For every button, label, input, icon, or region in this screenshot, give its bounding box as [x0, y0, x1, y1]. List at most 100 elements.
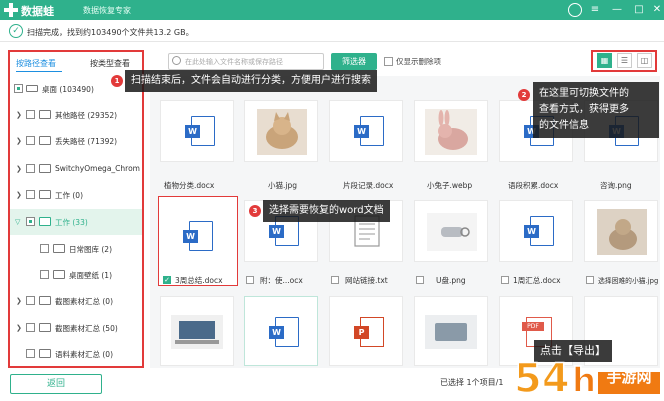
tab-by-path[interactable]: 按路径查看 [16, 56, 62, 72]
annotation-badge-1: 1 [111, 75, 123, 87]
tree-checkbox[interactable] [26, 164, 35, 173]
tree-checkbox[interactable] [26, 110, 35, 119]
folder-icon [39, 349, 51, 358]
detail-view-icon[interactable]: ◫ [637, 53, 652, 68]
tree-label: 语料素材汇总 (0) [55, 350, 114, 359]
file-checkbox[interactable]: ✓ [163, 276, 171, 284]
file-tile[interactable] [414, 100, 488, 162]
deleted-only-label: 仅显示删除项 [396, 57, 441, 66]
user-icon[interactable] [568, 3, 582, 17]
folder-icon [53, 270, 65, 279]
minimize-icon[interactable]: — [610, 3, 624, 17]
callout-line: 的文件信息 [539, 120, 589, 131]
file-tile[interactable]: W [160, 100, 234, 162]
rabbit-photo-icon [425, 109, 477, 155]
back-button[interactable]: 返回 [10, 374, 102, 394]
search-icon [172, 56, 181, 65]
close-icon[interactable]: ✕ [650, 3, 664, 17]
tree-item-lost-paths[interactable]: ❯ 丢失路径 (71392) [10, 128, 142, 154]
watermark-text: 手游网 [606, 368, 652, 386]
folder-icon [39, 110, 51, 119]
tree-checkbox[interactable] [14, 84, 23, 93]
file-name: 片段记录.docx [343, 181, 394, 190]
menu-icon[interactable]: ≡ [588, 3, 602, 17]
chevron-down-icon[interactable]: ▽ [15, 218, 20, 226]
deleted-only-checkbox[interactable] [384, 57, 393, 66]
file-checkbox[interactable] [331, 276, 339, 284]
tree-item-wallpaper[interactable]: 桌面壁纸 (1) [10, 262, 142, 288]
file-name: U盘.png [436, 276, 466, 285]
file-name: 选择困难的小猫.jpg [598, 277, 659, 285]
app-subtitle: 数据恢复专家 [83, 6, 131, 15]
tree-checkbox[interactable] [26, 190, 35, 199]
callout-line: 查看方式，获得更多 [539, 104, 629, 115]
tree-item-work-0[interactable]: ❯ 工作 (0) [10, 182, 142, 208]
chevron-right-icon[interactable]: ❯ [16, 297, 22, 305]
file-name: 1周汇总.docx [513, 276, 561, 285]
tree-checkbox[interactable] [40, 270, 49, 279]
folder-icon [39, 136, 51, 145]
grid-view-icon[interactable]: ▦ [597, 53, 612, 68]
tree-label: SwitchyOmega_Chromium [55, 164, 140, 173]
tree-label: 工作 (0) [55, 191, 84, 200]
word-doc-icon: W [354, 116, 384, 146]
annotation-callout-2: 在这里可切换文件的 查看方式，获得更多 的文件信息 [533, 82, 659, 138]
file-tile[interactable] [414, 296, 488, 366]
cat-photo-icon [257, 109, 307, 155]
file-tile[interactable] [414, 200, 488, 262]
file-name: 网站链接.txt [345, 276, 388, 285]
file-checkbox[interactable] [501, 276, 509, 284]
file-name: 小猫.jpg [268, 181, 297, 190]
tree-checkbox[interactable] [40, 244, 49, 253]
word-doc-icon: W [524, 216, 554, 246]
file-name: 附：使...ocx [260, 276, 303, 285]
tree-item-switchyomega[interactable]: ❯ SwitchyOmega_Chromium [10, 156, 140, 182]
search-placeholder: 在此处输入文件名称或保存路径 [185, 58, 283, 66]
word-doc-icon: W [183, 221, 213, 251]
file-tile[interactable] [584, 200, 658, 262]
chevron-right-icon[interactable]: ❯ [16, 111, 22, 119]
file-checkbox[interactable] [416, 276, 424, 284]
tree-item-screenshots-0[interactable]: ❯ 截图素材汇总 (0) [10, 288, 142, 314]
annotation-callout-3: 选择需要恢复的word文档 [263, 200, 390, 222]
svg-text:h: h [572, 361, 596, 400]
tree-label: 工作 (33) [55, 218, 88, 227]
tree-checkbox[interactable] [26, 217, 35, 226]
tree-item-other-paths[interactable]: ❯ 其他路径 (29352) [10, 102, 142, 128]
file-name: 小兔子.webp [427, 181, 473, 190]
folder-icon [39, 217, 51, 226]
tree-label: 截图素材汇总 (50) [55, 324, 118, 333]
tree-item-work-33[interactable]: ▽ 工作 (33) [10, 209, 142, 235]
file-tile-selected[interactable]: W [158, 196, 238, 286]
filter-button[interactable]: 筛选器 [331, 53, 377, 70]
maximize-icon[interactable]: □ [632, 3, 646, 17]
tree-item-daily-gallery[interactable]: 日常图库 (2) [10, 236, 142, 262]
chevron-right-icon[interactable]: ❯ [16, 324, 22, 332]
tree-checkbox[interactable] [26, 296, 35, 305]
tree-checkbox[interactable] [26, 349, 35, 358]
scan-status-text: 扫描完成，找到约103490个文件共13.2 GB。 [27, 28, 194, 37]
file-tile[interactable] [244, 100, 318, 162]
chevron-right-icon[interactable]: ❯ [16, 137, 22, 145]
tree-checkbox[interactable] [26, 136, 35, 145]
file-tile[interactable]: W [499, 200, 573, 262]
chevron-right-icon[interactable]: ❯ [16, 165, 22, 173]
file-tile[interactable] [160, 296, 234, 366]
tree-item-screenshots-50[interactable]: ❯ 截图素材汇总 (50) [10, 315, 142, 341]
check-circle-icon: ✓ [9, 24, 23, 38]
callout-line: 在这里可切换文件的 [539, 88, 629, 99]
tree-label: 丢失路径 (71392) [55, 137, 118, 146]
file-tile[interactable]: W [244, 296, 318, 366]
tree-item-corpus[interactable]: 语料素材汇总 (0) [10, 341, 142, 367]
file-tile[interactable]: P [329, 296, 403, 366]
file-tile[interactable]: W [329, 100, 403, 162]
tree-label: 其他路径 (29352) [55, 111, 118, 120]
laptop-photo-icon [171, 315, 223, 349]
tree-label: 桌面壁纸 (1) [69, 271, 113, 280]
tree-checkbox[interactable] [26, 323, 35, 332]
file-checkbox[interactable] [246, 276, 254, 284]
folder-icon [39, 164, 51, 173]
list-view-icon[interactable]: ☰ [617, 53, 632, 68]
chevron-right-icon[interactable]: ❯ [16, 191, 22, 199]
file-checkbox[interactable] [586, 276, 594, 284]
